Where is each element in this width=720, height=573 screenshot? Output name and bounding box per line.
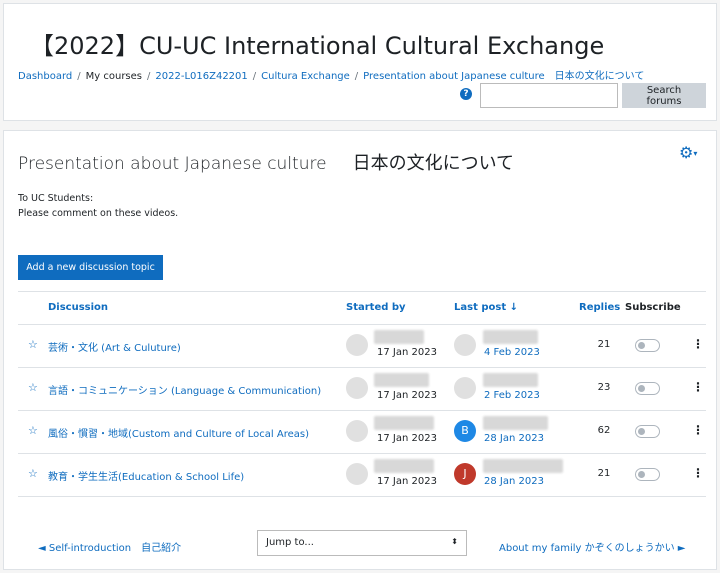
kebab-menu-icon[interactable]: ⋮: [692, 423, 704, 437]
avatar[interactable]: [346, 377, 368, 399]
author-name-blurred: [374, 373, 429, 387]
add-discussion-button[interactable]: Add a new discussion topic: [18, 255, 163, 280]
avatar[interactable]: [346, 420, 368, 442]
forum-title-jp: 日本の文化について: [352, 153, 515, 174]
breadcrumb-section[interactable]: Cultura Exchange: [261, 71, 350, 82]
page-header: 【2022】CU-UC International Cultural Excha…: [3, 3, 717, 121]
table-header: Discussion Started by Last post ↓ Replie…: [18, 291, 706, 325]
intro-line: Please comment on these videos.: [18, 208, 179, 219]
subscribe-toggle[interactable]: [635, 468, 660, 481]
toggle-knob: [638, 428, 645, 435]
chevron-down-icon[interactable]: ▾: [693, 149, 697, 158]
intro-line: To UC Students:: [18, 193, 94, 204]
next-activity-link[interactable]: About my family かぞくのしょうかい ►: [499, 539, 686, 554]
avatar[interactable]: [454, 334, 476, 356]
started-date: 17 Jan 2023: [377, 433, 437, 444]
author-name-blurred: [483, 459, 563, 473]
header-discussion[interactable]: Discussion: [48, 302, 108, 313]
table-row[interactable]: ☆ 芸術・文化 (Art & Culuture) 17 Jan 2023 4 F…: [18, 324, 706, 368]
kebab-menu-icon[interactable]: ⋮: [692, 466, 704, 480]
started-date: 17 Jan 2023: [377, 390, 437, 401]
toggle-knob: [638, 342, 645, 349]
author-name-blurred: [374, 459, 434, 473]
author-name-blurred: [374, 330, 424, 344]
last-post-date[interactable]: 2 Feb 2023: [484, 390, 540, 401]
author-name-blurred: [483, 416, 548, 430]
forum-title: Presentation about Japanese culture 日本の文化…: [18, 149, 514, 175]
breadcrumb-my-courses[interactable]: My courses: [86, 71, 142, 82]
jump-to-select[interactable]: Jump to... ⬍: [257, 530, 467, 556]
gear-icon[interactable]: ⚙▾: [679, 143, 697, 162]
avatar[interactable]: J: [454, 463, 476, 485]
help-icon[interactable]: ?: [460, 88, 472, 100]
toggle-knob: [638, 385, 645, 392]
discussion-link[interactable]: 芸術・文化 (Art & Culuture): [48, 339, 181, 354]
replies-count[interactable]: 62: [594, 425, 614, 436]
header-last-post[interactable]: Last post ↓: [454, 302, 518, 313]
prev-activity-link[interactable]: ◄ Self-introduction 自己紹介: [38, 539, 181, 554]
subscribe-toggle[interactable]: [635, 382, 660, 395]
table-row[interactable]: ☆ 教育・学生生活(Education & School Life) 17 Ja…: [18, 453, 706, 497]
course-title: 【2022】CU-UC International Cultural Excha…: [30, 32, 605, 60]
kebab-menu-icon[interactable]: ⋮: [692, 380, 704, 394]
author-name-blurred: [483, 373, 538, 387]
discussion-link[interactable]: 言語・コミュニケーション (Language & Communication): [48, 382, 321, 397]
toggle-knob: [638, 471, 645, 478]
last-post-date[interactable]: 4 Feb 2023: [484, 347, 540, 358]
table-row[interactable]: ☆ 言語・コミュニケーション (Language & Communication…: [18, 367, 706, 411]
author-name-blurred: [374, 416, 434, 430]
replies-count[interactable]: 23: [594, 382, 614, 393]
forum-main: Presentation about Japanese culture 日本の文化…: [3, 130, 717, 570]
forum-title-en: Presentation about Japanese culture: [18, 154, 327, 174]
avatar[interactable]: B: [454, 420, 476, 442]
subscribe-toggle[interactable]: [635, 339, 660, 352]
jump-to-label: Jump to...: [266, 537, 314, 548]
select-arrow-icon: ⬍: [451, 537, 458, 546]
started-date: 17 Jan 2023: [377, 476, 437, 487]
search-forums-button[interactable]: Search forums: [622, 83, 706, 108]
author-name-blurred: [483, 330, 538, 344]
breadcrumb-dashboard[interactable]: Dashboard: [18, 71, 72, 82]
kebab-menu-icon[interactable]: ⋮: [692, 337, 704, 351]
search-input[interactable]: [480, 83, 618, 108]
star-icon[interactable]: ☆: [28, 467, 38, 480]
last-post-date[interactable]: 28 Jan 2023: [484, 433, 544, 444]
started-date: 17 Jan 2023: [377, 347, 437, 358]
replies-count[interactable]: 21: [594, 339, 614, 350]
discussion-link[interactable]: 風俗・慣習・地域(Custom and Culture of Local Are…: [48, 425, 309, 440]
breadcrumb-forum[interactable]: Presentation about Japanese culture 日本の文…: [363, 71, 644, 82]
subscribe-toggle[interactable]: [635, 425, 660, 438]
last-post-date[interactable]: 28 Jan 2023: [484, 476, 544, 487]
avatar[interactable]: [346, 463, 368, 485]
discussion-link[interactable]: 教育・学生生活(Education & School Life): [48, 468, 244, 483]
header-started-by[interactable]: Started by: [346, 302, 406, 313]
header-replies[interactable]: Replies: [579, 302, 620, 313]
replies-count[interactable]: 21: [594, 468, 614, 479]
star-icon[interactable]: ☆: [28, 338, 38, 351]
forum-intro: To UC Students: Please comment on these …: [18, 191, 178, 221]
breadcrumb-course[interactable]: 2022-L016Z42201: [155, 71, 247, 82]
avatar[interactable]: [346, 334, 368, 356]
avatar[interactable]: [454, 377, 476, 399]
header-subscribe: Subscribe: [625, 302, 681, 313]
star-icon[interactable]: ☆: [28, 424, 38, 437]
star-icon[interactable]: ☆: [28, 381, 38, 394]
table-row[interactable]: ☆ 風俗・慣習・地域(Custom and Culture of Local A…: [18, 410, 706, 454]
breadcrumb: Dashboard / My courses/2022-L016Z42201/Cul…: [18, 71, 645, 82]
